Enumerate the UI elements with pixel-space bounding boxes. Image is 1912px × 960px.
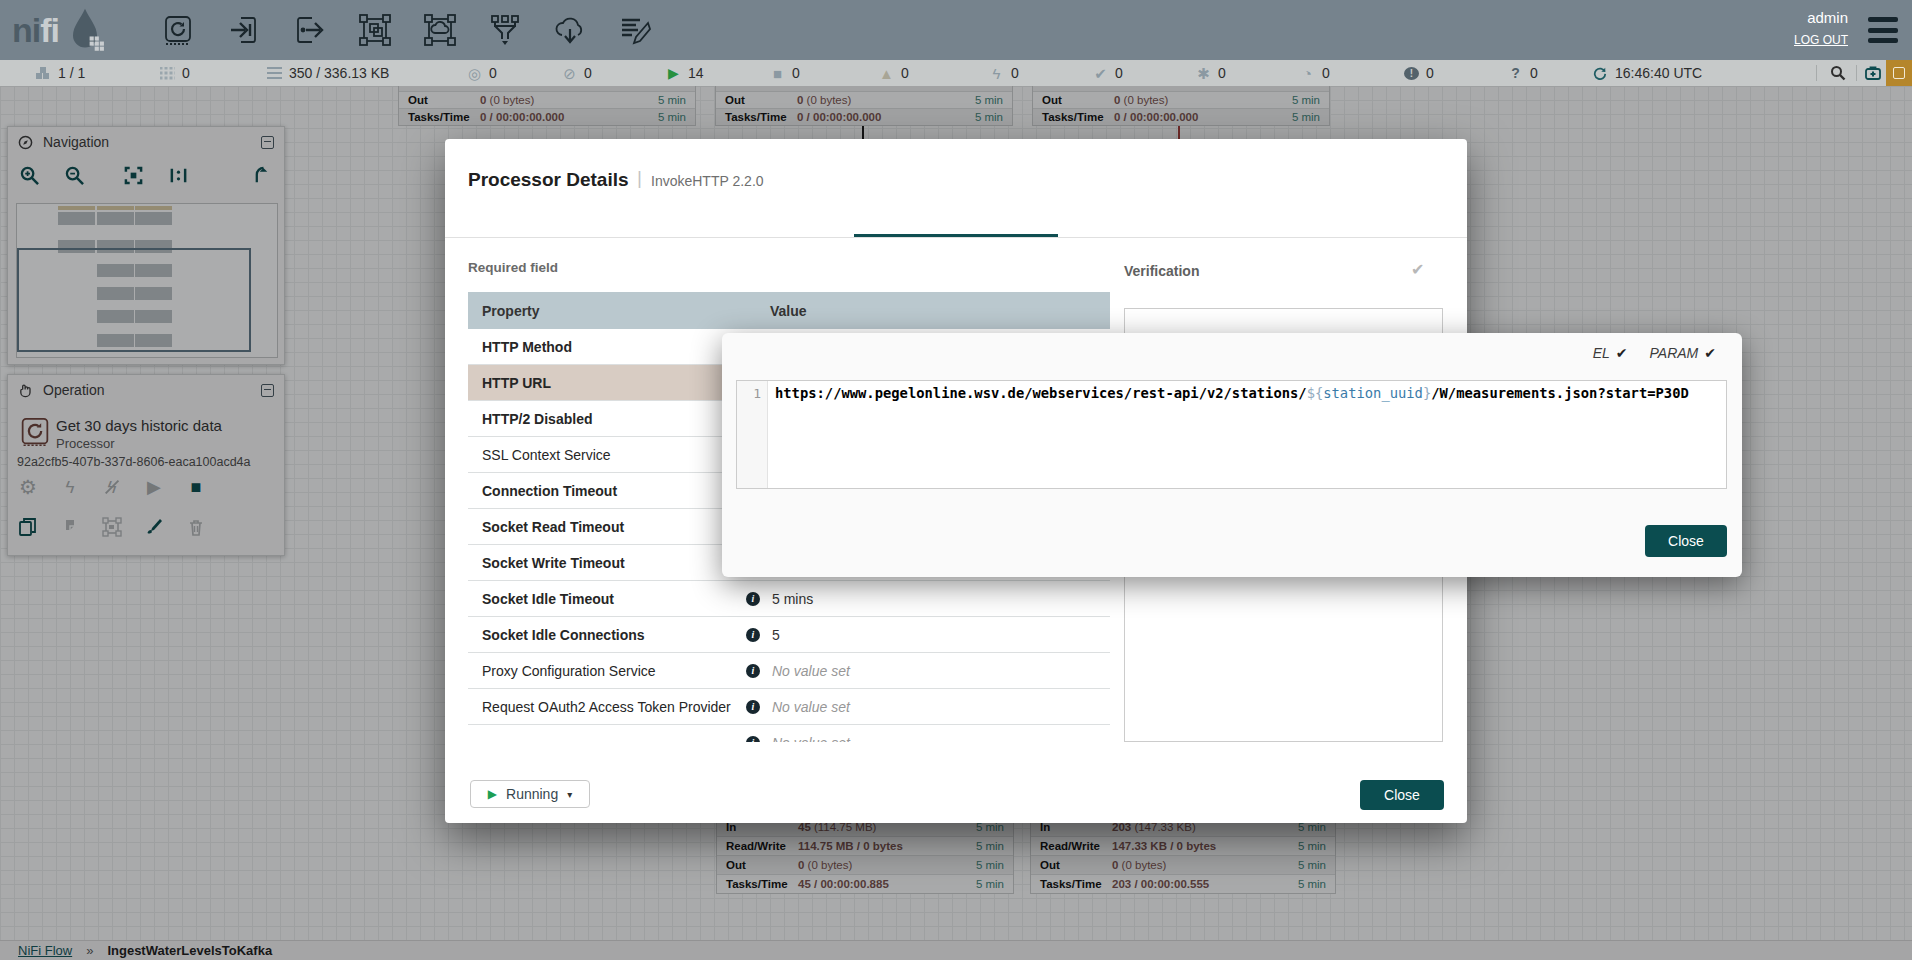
input-port-draggable-icon[interactable]	[227, 13, 261, 47]
remote-ports-indicator: 0	[160, 60, 190, 86]
Settings[interactable]	[445, 201, 649, 237]
Properties[interactable]	[854, 201, 1058, 237]
status-icon: ϟ	[989, 66, 1004, 81]
info-icon: i	[746, 592, 760, 606]
play-icon: ▶	[488, 787, 497, 801]
property-row[interactable]: Socket Idle Connections i 5	[468, 617, 1110, 653]
dialog-title: Processor Details	[468, 169, 629, 191]
dialog-tabs	[445, 201, 1467, 238]
app-header: nifi admin	[0, 0, 1912, 60]
refresh-icon[interactable]	[1593, 66, 1607, 80]
stopped-indicator: ■ 0	[770, 60, 800, 86]
nifi-drop-icon	[61, 5, 109, 55]
nifi-logo: nifi	[12, 6, 109, 54]
check-icon: ✔	[1704, 345, 1716, 361]
status-bar: 1 / 1 0 350 / 336.13 KB ◎ 0 ⊘ 0 ▶ 14 ■ 0…	[0, 60, 1912, 86]
Relationships[interactable]	[1058, 201, 1262, 237]
caret-down-icon: ▾	[567, 789, 572, 800]
invalid-indicator: ▲ 0	[879, 60, 909, 86]
value-column-header: Value	[770, 303, 807, 319]
active-threads-indicator: 1 / 1	[36, 60, 85, 86]
dialog-subtitle: InvokeHTTP 2.2.0	[651, 173, 764, 189]
editor-content[interactable]: https://www.pegelonline.wsv.de/webservic…	[768, 381, 1726, 488]
last-refresh-time: 16:46:40 UTC	[1593, 60, 1702, 86]
up-to-date-indicator: ✔ 0	[1093, 60, 1123, 86]
Scheduling[interactable]	[649, 201, 853, 237]
sync-failure-indicator: ? 0	[1508, 60, 1538, 86]
transmitting-indicator: ◎ 0	[467, 60, 497, 86]
running-indicator: ▶ 14	[666, 60, 704, 86]
required-field-note: Required field	[468, 260, 558, 275]
status-icon: ?	[1508, 66, 1523, 80]
param-supported-badge: PARAM✔	[1650, 345, 1716, 361]
new-canvas-tile[interactable]	[1886, 60, 1912, 86]
locally-modified-indicator: ✱ 0	[1196, 60, 1226, 86]
verification-check-icon[interactable]: ✔	[1411, 260, 1424, 279]
remote-process-group-draggable-icon[interactable]	[423, 13, 457, 47]
run-state-dropdown[interactable]: ▶ Running ▾	[470, 780, 590, 808]
current-user: admin	[1794, 9, 1848, 26]
editor-close-button[interactable]: Close	[1645, 525, 1727, 557]
status-icon: ✔	[1093, 66, 1108, 81]
funnel-draggable-icon[interactable]	[488, 13, 522, 47]
stale-indicator: ◔ 0	[1300, 60, 1330, 86]
dialog-close-button[interactable]: Close	[1360, 780, 1444, 810]
status-icon	[36, 67, 51, 79]
first-aid-kit-icon[interactable]	[1856, 60, 1890, 86]
property-row[interactable]: Socket Idle Timeout i 5 mins	[468, 581, 1110, 617]
property-row[interactable]: Request OAuth2 Access Token Provider i N…	[468, 689, 1110, 725]
status-icon: !	[1404, 67, 1419, 80]
process-group-draggable-icon[interactable]	[358, 13, 392, 47]
note-icon	[1893, 67, 1905, 79]
status-icon: ▶	[666, 66, 681, 80]
verification-title: Verification	[1124, 263, 1199, 279]
property-row[interactable]: Proxy Configuration Service i No value s…	[468, 653, 1110, 689]
check-icon: ✔	[1616, 345, 1628, 361]
label-draggable-icon[interactable]	[618, 13, 652, 47]
line-number: 1	[737, 381, 768, 488]
hamburger-menu-icon[interactable]	[1868, 17, 1898, 43]
nifi-app: nifi admin	[0, 0, 1912, 960]
value-editor-popup: EL✔ PARAM✔ 1 https://www.pegelonline.wsv…	[722, 333, 1742, 577]
output-port-draggable-icon[interactable]	[292, 13, 326, 47]
Comments[interactable]	[1263, 201, 1467, 237]
info-icon: i	[746, 664, 760, 678]
status-icon: ⊘	[562, 66, 577, 81]
status-icon: ✱	[1196, 66, 1211, 81]
locally-modified-stale-indicator: ! 0	[1404, 60, 1434, 86]
status-icon: ◔	[1300, 66, 1315, 81]
el-supported-badge: EL✔	[1593, 345, 1628, 361]
logout-link[interactable]: LOG OUT	[1794, 33, 1848, 47]
value-editor[interactable]: 1 https://www.pegelonline.wsv.de/webserv…	[736, 380, 1727, 489]
info-icon: i	[746, 700, 760, 714]
status-icon: ▲	[879, 66, 894, 81]
status-icon	[160, 67, 175, 80]
processor-draggable-icon[interactable]	[161, 13, 195, 47]
status-icon: ■	[770, 66, 785, 81]
disabled-indicator: ϟ 0	[989, 60, 1019, 86]
info-icon: i	[746, 736, 760, 743]
info-icon: i	[746, 628, 760, 642]
status-icon: ◎	[467, 66, 482, 81]
property-row[interactable]: i No value set	[468, 725, 1110, 742]
property-column-header: Property	[482, 303, 770, 319]
queued-indicator: 350 / 336.13 KB	[267, 60, 389, 86]
not-transmitting-indicator: ⊘ 0	[562, 60, 592, 86]
search-icon[interactable]	[1821, 60, 1855, 86]
status-icon	[267, 67, 282, 79]
template-draggable-icon[interactable]	[553, 13, 587, 47]
